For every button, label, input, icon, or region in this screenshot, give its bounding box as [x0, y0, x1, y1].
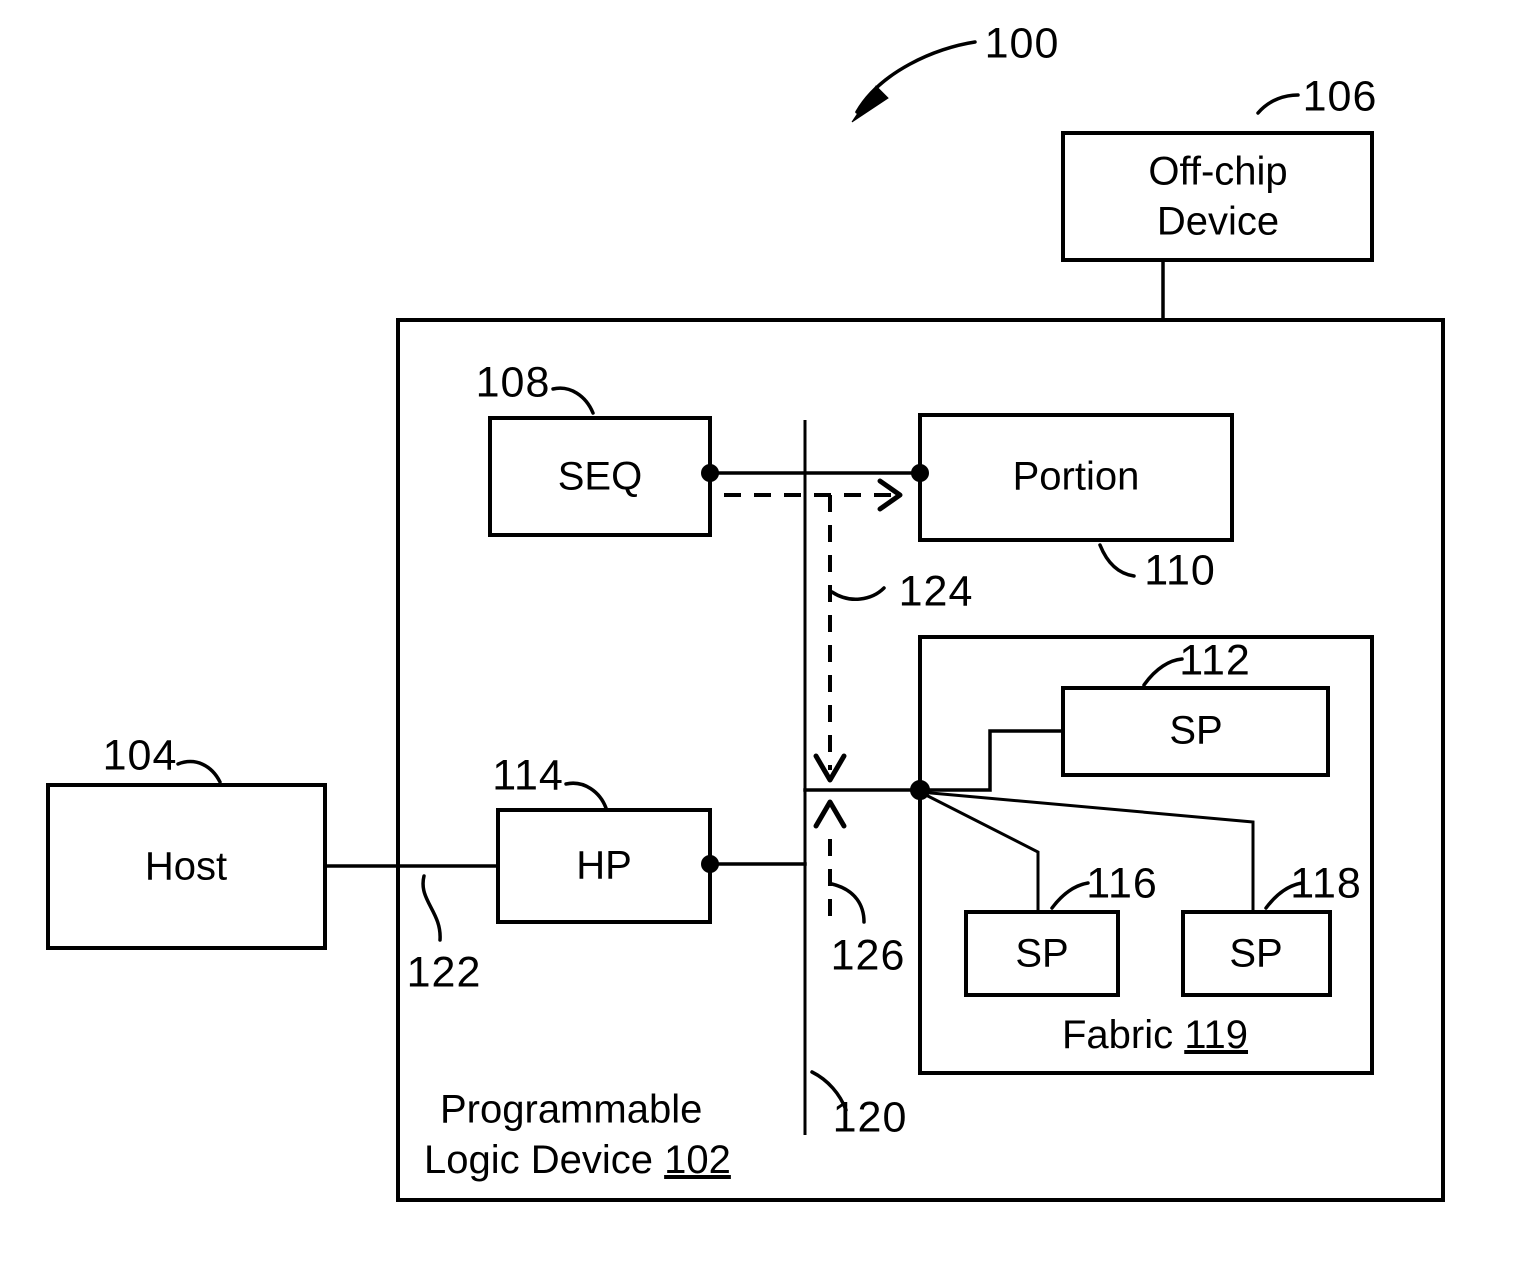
pld-label-line1: Programmable: [440, 1088, 702, 1132]
sp-top-ref-112: 112: [1179, 636, 1251, 684]
fabric-label-text: Fabric: [1062, 1013, 1184, 1057]
off-chip-device-label-line2: Device: [1157, 200, 1279, 244]
patent-figure: 100 Off-chip Device 106 Programmable Log…: [0, 0, 1518, 1285]
host-label: Host: [145, 845, 227, 889]
sp-left-ref-116: 116: [1086, 859, 1158, 907]
figure-callout-100: 100: [851, 19, 1060, 123]
sp-left-label: SP: [1015, 932, 1068, 976]
sp-top-label: SP: [1169, 709, 1222, 753]
fabric-label: Fabric 119: [1062, 1013, 1248, 1057]
upstream-ref-126: 126: [831, 931, 906, 979]
diagram-canvas: 100 Off-chip Device 106 Programmable Log…: [46, 19, 1445, 1202]
figure-100-arrowhead: [851, 85, 889, 123]
node-seq-output: [701, 464, 719, 482]
pld-label-line2-ref: 102: [664, 1138, 731, 1182]
host-leader: [176, 759, 222, 784]
node-portion-input: [911, 464, 929, 482]
sp-right-ref-118: 118: [1290, 859, 1362, 907]
sp-right-label: SP: [1229, 932, 1282, 976]
off-chip-device-block: Off-chip Device 106: [1061, 72, 1378, 262]
hp-ref-114: 114: [492, 751, 564, 799]
node-fabric-junction: [910, 780, 930, 800]
pld-label-line2-text: Logic Device: [424, 1138, 664, 1182]
portion-label: Portion: [1013, 455, 1140, 499]
seq-label: SEQ: [558, 455, 642, 499]
figure-ref-100: 100: [985, 19, 1060, 67]
pld-label-line2: Logic Device 102: [424, 1138, 731, 1182]
boundary-ref-120: 120: [833, 1093, 908, 1141]
off-chip-device-label-line1: Off-chip: [1148, 150, 1287, 194]
off-chip-device-leader: [1256, 93, 1300, 115]
host-block: Host 104: [46, 731, 327, 950]
downstream-ref-124: 124: [899, 567, 974, 615]
portion-ref-110: 110: [1144, 546, 1216, 594]
off-chip-device-ref-106: 106: [1303, 72, 1378, 120]
host-ref-104: 104: [103, 731, 178, 779]
hp-label: HP: [576, 844, 632, 888]
host-hp-ref-122: 122: [407, 948, 482, 996]
seq-ref-108: 108: [476, 358, 551, 406]
fabric-label-ref: 119: [1184, 1013, 1248, 1057]
